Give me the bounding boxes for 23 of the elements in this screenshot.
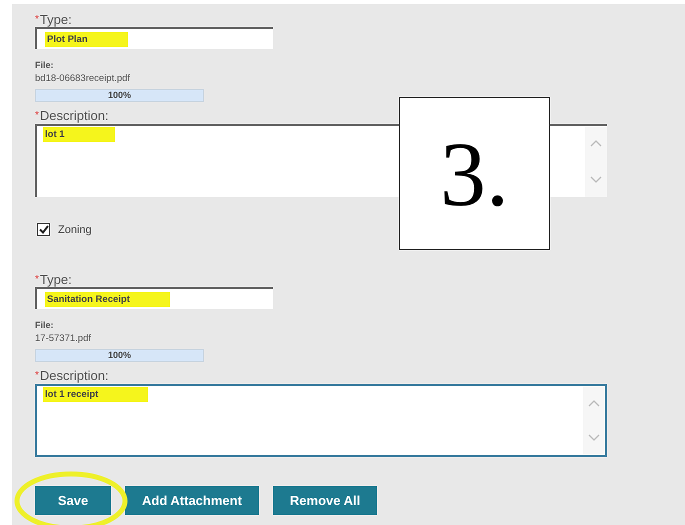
type-field[interactable]: Plot Plan bbox=[35, 27, 273, 49]
type-label: *Type: bbox=[35, 12, 72, 27]
remove-all-button[interactable]: Remove All bbox=[272, 486, 378, 515]
step-number-overlay: 3. bbox=[399, 97, 550, 250]
description-label: *Description: bbox=[35, 108, 109, 123]
scroll-down-icon[interactable] bbox=[588, 434, 600, 442]
description-label: *Description: bbox=[35, 368, 109, 383]
file-label: File: bbox=[35, 320, 54, 330]
scroll-up-icon[interactable] bbox=[590, 140, 602, 148]
progress-reading: 100% bbox=[106, 350, 132, 361]
type-label: *Type: bbox=[35, 272, 72, 287]
save-button[interactable]: Save bbox=[35, 486, 111, 515]
type-field[interactable]: Sanitation Receipt bbox=[35, 287, 273, 309]
progress-reading: 100% bbox=[106, 90, 132, 101]
checkbox-label: Zoning bbox=[58, 224, 92, 236]
add-attachment-button[interactable]: Add Attachment bbox=[125, 486, 259, 515]
description-field[interactable]: lot 1 receipt bbox=[35, 384, 607, 457]
file-name: bd18-06683receipt.pdf bbox=[35, 73, 130, 84]
checkbox[interactable] bbox=[37, 223, 50, 236]
file-label: File: bbox=[35, 60, 54, 70]
file-name: 17-57371.pdf bbox=[35, 333, 91, 344]
scroll-down-icon[interactable] bbox=[590, 176, 602, 183]
scroll-up-icon[interactable] bbox=[588, 400, 600, 407]
